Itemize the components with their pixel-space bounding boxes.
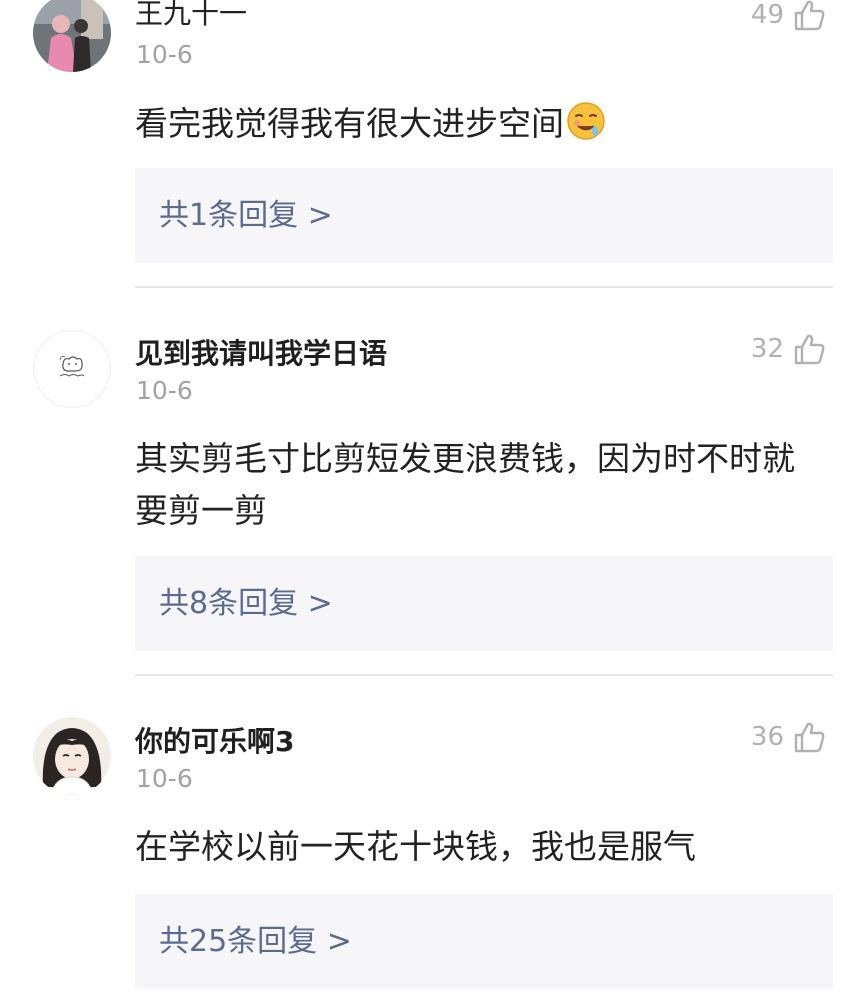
drooling-face-emoji [567,102,605,140]
like-button[interactable]: 32 [751,332,826,366]
avatar[interactable] [33,0,111,72]
comment-text-body: 看完我觉得我有很大进步空间 [135,104,564,143]
comment-date: 10-6 [136,764,193,793]
view-replies-link[interactable]: 共1条回复 > [159,168,333,263]
like-button[interactable]: 36 [751,720,826,754]
username[interactable]: 你的可乐啊3 [135,720,294,760]
comment-date: 10-6 [136,40,193,69]
like-count: 49 [750,0,784,30]
like-button[interactable]: 49 [751,0,826,32]
reply-box: 共25条回复 > [135,894,833,989]
thumbs-up-icon [794,722,825,753]
avatar[interactable] [33,717,111,795]
comment-text: 看完我觉得我有很大进步空间 [135,98,815,150]
username[interactable]: 王九十一 [135,0,247,32]
username[interactable]: 见到我请叫我学日语 [135,332,387,372]
comment-item: 见到我请叫我学日语 32 10-6 其实剪毛寸比剪短发更浪费钱，因为时不时就要剪… [0,288,866,674]
thumbs-up-icon [794,0,825,31]
comment-item: 王九十一 49 10-6 看完我觉得我有很大进步空间 共1条回复 > [0,0,866,285]
comment-item: 你的可乐啊3 36 10-6 在学校以前一天花十块钱，我也是服气 共25条回复 … [0,676,866,1000]
avatar[interactable] [33,330,111,408]
view-replies-link[interactable]: 共8条回复 > [159,556,333,651]
photo-avatar-image [33,0,111,72]
comment-list: 王九十一 49 10-6 看完我觉得我有很大进步空间 共1条回复 > 见到我请叫… [0,0,866,1000]
reply-box: 共8条回复 > [135,556,833,651]
comment-text: 其实剪毛寸比剪短发更浪费钱，因为时不时就要剪一剪 [135,439,795,530]
comment-date: 10-6 [136,376,193,405]
reply-box: 共1条回复 > [135,168,833,263]
thumbs-up-icon [794,334,825,365]
like-count: 36 [750,722,784,752]
cartoon-girl-avatar-image [33,717,111,795]
view-replies-link[interactable]: 共25条回复 > [159,894,352,989]
like-count: 32 [750,334,784,364]
sketch-cat-avatar-image [33,330,111,408]
comment-text: 在学校以前一天花十块钱，我也是服气 [135,827,696,866]
